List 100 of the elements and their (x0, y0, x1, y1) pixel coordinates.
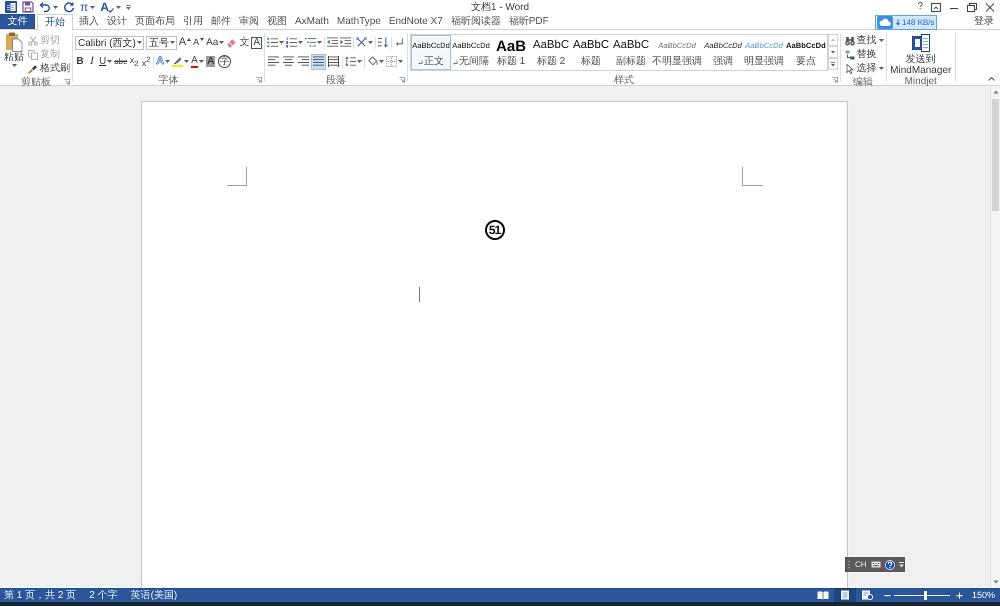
ribbon-tab[interactable]: 福昕PDF (504, 14, 553, 29)
decrease-indent-icon[interactable] (327, 37, 338, 48)
sort-icon[interactable] (378, 37, 390, 48)
send-to-mindmanager-button[interactable]: 发送到 MindManager (888, 32, 953, 76)
alignment-button[interactable] (282, 54, 296, 68)
customize-toolbar-icon[interactable] (126, 4, 131, 10)
superscript-button[interactable]: x$^{2}$ (141, 54, 152, 68)
strikethrough-button[interactable]: abc (114, 54, 128, 68)
ribbon-tab[interactable]: 福昕阅读器 (446, 14, 505, 29)
numbering-button[interactable] (286, 36, 304, 50)
dialog-launcher-icon[interactable] (256, 77, 262, 83)
close-icon[interactable] (985, 2, 995, 12)
zoom-level-button[interactable]: 150% (966, 590, 1000, 600)
font-color-button[interactable]: A (191, 54, 204, 68)
font-name-combo[interactable]: Calibri (西文) (75, 36, 144, 50)
bold-button[interactable]: B (75, 54, 85, 68)
help-icon[interactable] (884, 560, 895, 570)
enclose-characters-button[interactable]: 字 (218, 54, 231, 68)
sign-in-link[interactable]: 登录 (974, 16, 1000, 26)
page-icon (838, 590, 851, 600)
ribbon-tab[interactable]: 邮件 (207, 14, 235, 29)
format-painter-button[interactable]: 格式刷 (28, 62, 70, 75)
alignment-button[interactable] (312, 54, 326, 68)
word-count: 2 个字 (89, 588, 118, 602)
dialog-launcher-icon[interactable] (832, 77, 838, 83)
subscript-button[interactable]: x$_{2}$ (129, 54, 140, 68)
ribbon-tab[interactable]: 视图 (263, 14, 291, 29)
more-styles-icon[interactable] (828, 58, 838, 70)
ribbon-tab[interactable]: 审阅 (235, 14, 263, 29)
style-option[interactable]: AaBbC 标题 2 (531, 35, 572, 70)
print-view-button[interactable] (834, 588, 856, 602)
ribbon-tab[interactable]: 插入 (75, 14, 103, 29)
line-spacing-button[interactable] (345, 54, 362, 68)
font-size-combo[interactable]: 五号 (146, 36, 177, 50)
grow-font-button[interactable]: A (178, 36, 192, 50)
dialog-launcher-icon[interactable] (399, 77, 406, 83)
caret-icon (198, 60, 204, 63)
restore-icon[interactable] (967, 2, 977, 12)
underline-button[interactable]: U (99, 54, 112, 68)
equation-button[interactable]: π (80, 0, 96, 14)
highlight-button[interactable] (172, 54, 190, 68)
ribbon-tab[interactable]: MathType (332, 14, 385, 29)
caret-icon (165, 60, 170, 63)
find-button[interactable]: 查找 (844, 34, 884, 47)
vertical-scrollbar[interactable] (990, 86, 1000, 588)
borders-button[interactable] (386, 54, 404, 68)
alignment-button[interactable] (267, 54, 280, 68)
increase-indent-icon[interactable] (340, 37, 352, 48)
margin-mark (227, 167, 247, 186)
character-shading-button[interactable]: A (206, 54, 216, 68)
scroll-down-icon[interactable] (828, 46, 838, 58)
input-language-text[interactable]: CH (855, 560, 867, 569)
ribbon-tab[interactable]: EndNote X7 (384, 14, 447, 29)
replace-button[interactable]: 替换 (844, 48, 884, 61)
redo-icon[interactable] (63, 1, 75, 13)
ribbon-tab[interactable]: 引用 (179, 14, 207, 29)
caret-icon (878, 39, 884, 42)
undo-button[interactable] (39, 0, 58, 14)
change-case-button[interactable]: Aa (206, 36, 224, 50)
style-option[interactable]: AaB 标题 1 (491, 35, 532, 70)
italic-button[interactable]: I (87, 54, 97, 68)
alignment-button[interactable] (327, 54, 340, 68)
collapse-ribbon-icon[interactable] (988, 77, 995, 81)
bullets-button[interactable] (267, 36, 284, 50)
asian-layout-button[interactable] (356, 36, 374, 50)
caret-icon (107, 60, 112, 63)
save-icon[interactable] (22, 1, 34, 13)
caret-icon (219, 41, 224, 44)
paste-button[interactable]: 粘贴 (2, 32, 26, 75)
zoom-slider-thumb[interactable] (924, 590, 927, 600)
ribbon-tab[interactable]: 开始 (37, 14, 73, 30)
file-tab[interactable]: 文件 (0, 14, 35, 29)
formatting-marks-icon[interactable] (394, 37, 406, 48)
style-option[interactable]: AaBbC 标题 (571, 35, 612, 70)
multilevel-list-button[interactable] (305, 36, 322, 50)
ribbon-tab[interactable]: AxMath (291, 14, 333, 29)
character-border-button[interactable]: A (251, 36, 262, 50)
ribbon-tab[interactable]: 设计 (103, 14, 131, 29)
options-caret-icon[interactable] (898, 562, 904, 568)
alignment-button[interactable] (297, 54, 310, 68)
scroll-up-arrow-icon[interactable] (992, 88, 1000, 96)
grip-icon[interactable] (848, 560, 851, 570)
style-option[interactable]: AaBbC 副标题 (611, 35, 652, 70)
replace-icon (844, 50, 855, 60)
help-button[interactable]: ? (917, 2, 923, 12)
scroll-down-arrow-icon[interactable] (992, 578, 1000, 586)
window-title: 文档1 - Word (470, 0, 530, 14)
eraser-icon[interactable] (226, 37, 238, 48)
line-spacing-icon (345, 56, 356, 67)
phonetic-guide-button[interactable]: 文 (239, 36, 250, 50)
scrollbar-thumb[interactable] (992, 99, 999, 211)
shrink-font-button[interactable]: A (193, 36, 204, 50)
zoom-in-icon[interactable] (956, 592, 963, 598)
keyboard-icon[interactable] (870, 561, 881, 568)
ribbon-tab[interactable]: 页面布局 (131, 14, 179, 29)
download-speed-text: 148 KB/s (902, 18, 934, 27)
spelling-button[interactable]: A (100, 0, 121, 14)
ribbon-display-options-icon[interactable] (931, 2, 941, 12)
select-button[interactable]: 选择 (844, 62, 884, 75)
dialog-launcher-icon[interactable] (64, 79, 70, 85)
